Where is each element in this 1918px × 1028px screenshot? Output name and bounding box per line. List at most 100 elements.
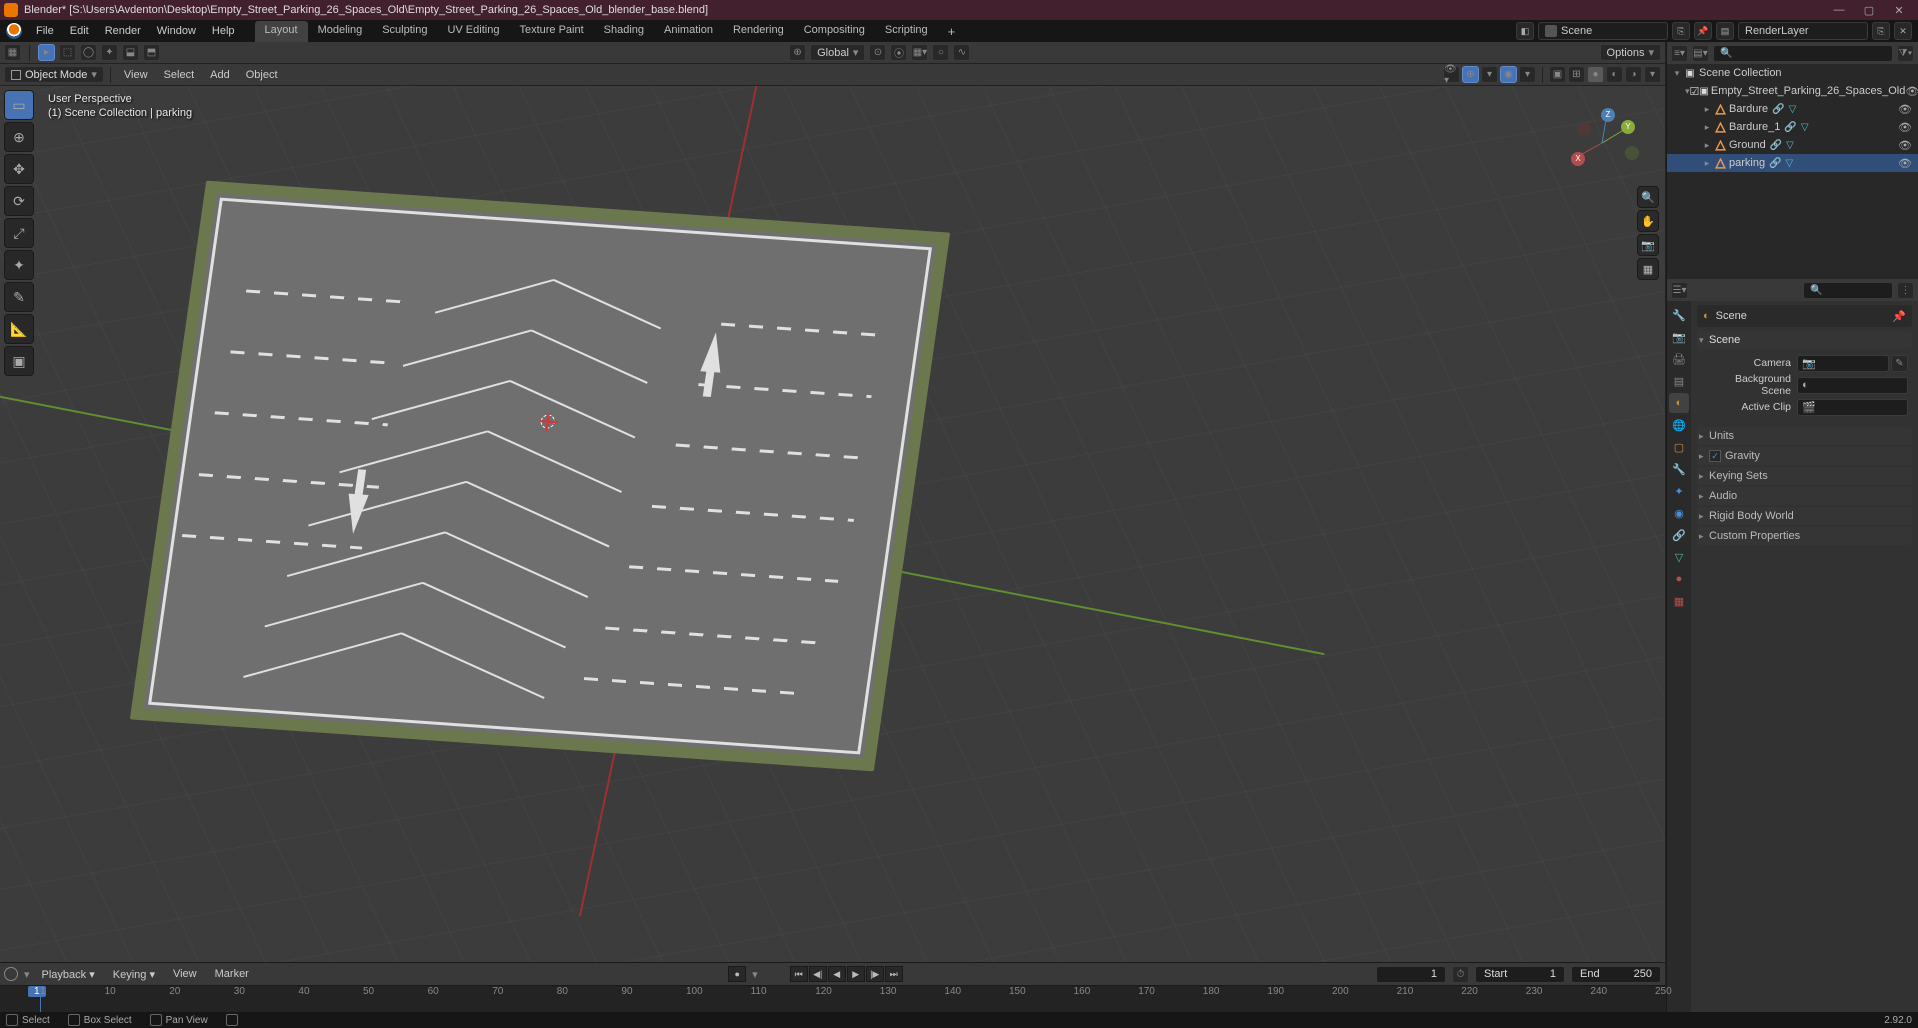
jump-end[interactable]: ⏭ xyxy=(885,966,903,982)
ptab-data[interactable]: ▽ xyxy=(1669,547,1689,567)
camera-input[interactable]: 📷 xyxy=(1797,355,1889,372)
minimize-button[interactable]: — xyxy=(1824,4,1854,16)
tab-add-workspace[interactable]: + xyxy=(938,21,966,42)
add-menu[interactable]: Add xyxy=(203,69,237,81)
outliner-root[interactable]: ▾▣ Scene Collection xyxy=(1667,64,1918,82)
scene-new-button[interactable]: ⎘ xyxy=(1672,22,1690,40)
pivot-point-icon[interactable]: ⊙ xyxy=(869,44,886,61)
orientation-icon[interactable]: ⊕ xyxy=(789,44,806,61)
mesh-link-icon[interactable]: 🔗 xyxy=(1769,158,1781,169)
ptab-scene[interactable]: ◐ xyxy=(1669,393,1689,413)
view-menu[interactable]: View xyxy=(117,69,155,81)
keyframe-next[interactable]: |▶ xyxy=(866,966,884,982)
menu-render[interactable]: Render xyxy=(97,20,149,42)
visibility-eye-icon[interactable]: 👁 xyxy=(1898,121,1912,134)
scene-browse-icon[interactable]: ◧ xyxy=(1516,22,1534,40)
ptab-tool[interactable]: 🔧 xyxy=(1669,305,1689,325)
visibility-eye-icon[interactable]: 👁 xyxy=(1898,139,1912,152)
tl-menu-marker[interactable]: Marker xyxy=(209,968,255,980)
properties-editor-icon[interactable]: ☰▾ xyxy=(1671,282,1688,299)
properties-search[interactable]: 🔍 xyxy=(1803,282,1893,299)
shading-matprev[interactable]: ◐ xyxy=(1606,66,1623,83)
ptab-render[interactable]: 📷 xyxy=(1669,327,1689,347)
mesh-data-icon[interactable]: ▽ xyxy=(1786,158,1794,169)
shading-wireframe[interactable]: ⊞ xyxy=(1568,66,1585,83)
menu-file[interactable]: File xyxy=(28,20,62,42)
ptab-output[interactable]: 🖨 xyxy=(1669,349,1689,369)
play-forward[interactable]: ▶ xyxy=(847,966,865,982)
scene-pin-button[interactable]: 📌 xyxy=(1694,22,1712,40)
gizmo-toggle[interactable]: ⊕ xyxy=(1462,66,1479,83)
pan-icon[interactable]: ✋ xyxy=(1637,210,1659,232)
tool-annotate[interactable]: ✎ xyxy=(4,282,34,312)
autokey-toggle[interactable]: ● xyxy=(728,966,746,982)
tab-compositing[interactable]: Compositing xyxy=(794,21,875,42)
app-menu-icon[interactable] xyxy=(6,23,22,39)
tab-sculpting[interactable]: Sculpting xyxy=(372,21,437,42)
timeline-strip[interactable]: 1 11020304050607080901001101201301401501… xyxy=(0,985,1665,1012)
proportional-edit-toggle[interactable]: ○ xyxy=(932,44,949,61)
select-tool-icon[interactable]: ▸ xyxy=(38,44,55,61)
outliner-item[interactable]: ▸Bardure🔗▽👁 xyxy=(1667,100,1918,118)
tab-animation[interactable]: Animation xyxy=(654,21,723,42)
viewlayer-browse-icon[interactable]: ▤ xyxy=(1716,22,1734,40)
outliner-collection[interactable]: ▾☑▣ Empty_Street_Parking_26_Spaces_Old 👁 xyxy=(1667,82,1918,100)
active-clip-input[interactable]: 🎬 xyxy=(1797,399,1908,416)
tool-move[interactable]: ✥ xyxy=(4,154,34,184)
tab-texture-paint[interactable]: Texture Paint xyxy=(509,21,593,42)
outliner-editor-icon[interactable]: ≡▾ xyxy=(1671,45,1688,62)
outliner-item[interactable]: ▸Ground🔗▽👁 xyxy=(1667,136,1918,154)
nav-gizmo[interactable]: X Y Z xyxy=(1567,108,1637,178)
ptab-viewlayer[interactable]: ▤ xyxy=(1669,371,1689,391)
tool-add-cube[interactable]: ▣ xyxy=(4,346,34,376)
menu-help[interactable]: Help xyxy=(204,20,243,42)
mesh-data-icon[interactable]: ▽ xyxy=(1786,140,1794,151)
tab-layout[interactable]: Layout xyxy=(255,21,308,42)
properties-options[interactable]: ⋮ xyxy=(1897,282,1914,299)
menu-window[interactable]: Window xyxy=(149,20,204,42)
maximize-button[interactable]: ▢ xyxy=(1854,4,1884,17)
tool-scale[interactable]: ⤢ xyxy=(4,218,34,248)
outliner-search[interactable]: 🔍 xyxy=(1713,45,1893,62)
options-popover[interactable]: Options ▾ xyxy=(1600,44,1661,61)
tab-uv-editing[interactable]: UV Editing xyxy=(437,21,509,42)
tl-menu-playback[interactable]: Playback ▾ xyxy=(36,968,101,981)
ptab-modifiers[interactable]: 🔧 xyxy=(1669,459,1689,479)
mesh-link-icon[interactable]: 🔗 xyxy=(1772,104,1784,115)
proportional-falloff-icon[interactable]: ∿ xyxy=(953,44,970,61)
outliner-filter[interactable]: ⧩▾ xyxy=(1897,45,1914,62)
snap-toggle[interactable]: ⦿ xyxy=(890,44,907,61)
select-mode-3[interactable]: ✦ xyxy=(101,44,118,61)
mesh-link-icon[interactable]: 🔗 xyxy=(1784,122,1796,133)
jump-start[interactable]: ⏮ xyxy=(790,966,808,982)
section-custom-props[interactable]: ▸Custom Properties xyxy=(1697,527,1912,545)
properties-breadcrumb[interactable]: ◐ Scene 📌 xyxy=(1697,305,1912,327)
section-gravity[interactable]: ▸Gravity xyxy=(1697,447,1912,465)
outliner-item[interactable]: ▸Bardure_1🔗▽👁 xyxy=(1667,118,1918,136)
menu-edit[interactable]: Edit xyxy=(62,20,97,42)
editor-type-icon[interactable]: ▦ xyxy=(4,44,21,61)
ptab-material[interactable]: ● xyxy=(1669,569,1689,589)
select-mode-1[interactable]: ⬚ xyxy=(59,44,76,61)
section-units[interactable]: ▸Units xyxy=(1697,427,1912,445)
outliner-display-mode[interactable]: ▤▾ xyxy=(1692,45,1709,62)
outliner[interactable]: ▾▣ Scene Collection ▾☑▣ Empty_Street_Par… xyxy=(1667,64,1918,279)
scene-panel-header[interactable]: ▾Scene xyxy=(1697,331,1912,349)
mesh-link-icon[interactable]: 🔗 xyxy=(1770,140,1782,151)
overlay-dropdown[interactable]: ▾ xyxy=(1519,66,1536,83)
xray-toggle[interactable]: ▣ xyxy=(1549,66,1566,83)
visibility-eye-icon[interactable]: 👁 xyxy=(1898,103,1912,116)
mesh-data-icon[interactable]: ▽ xyxy=(1789,104,1797,115)
frame-end-input[interactable]: End250 xyxy=(1571,966,1661,983)
gravity-checkbox[interactable] xyxy=(1709,450,1721,462)
transform-orientation-dropdown[interactable]: Global ▾ xyxy=(810,44,865,61)
visibility-eye-icon[interactable]: 👁 xyxy=(1898,157,1912,170)
ptab-constraints[interactable]: 🔗 xyxy=(1669,525,1689,545)
tab-modeling[interactable]: Modeling xyxy=(308,21,373,42)
viewlayer-new-button[interactable]: ⎘ xyxy=(1872,22,1890,40)
shading-dropdown[interactable]: ▾ xyxy=(1644,66,1661,83)
tool-transform[interactable]: ✦ xyxy=(4,250,34,280)
tab-shading[interactable]: Shading xyxy=(594,21,654,42)
tool-select-box[interactable]: ▭ xyxy=(4,90,34,120)
camera-view-icon[interactable]: 📷 xyxy=(1637,234,1659,256)
